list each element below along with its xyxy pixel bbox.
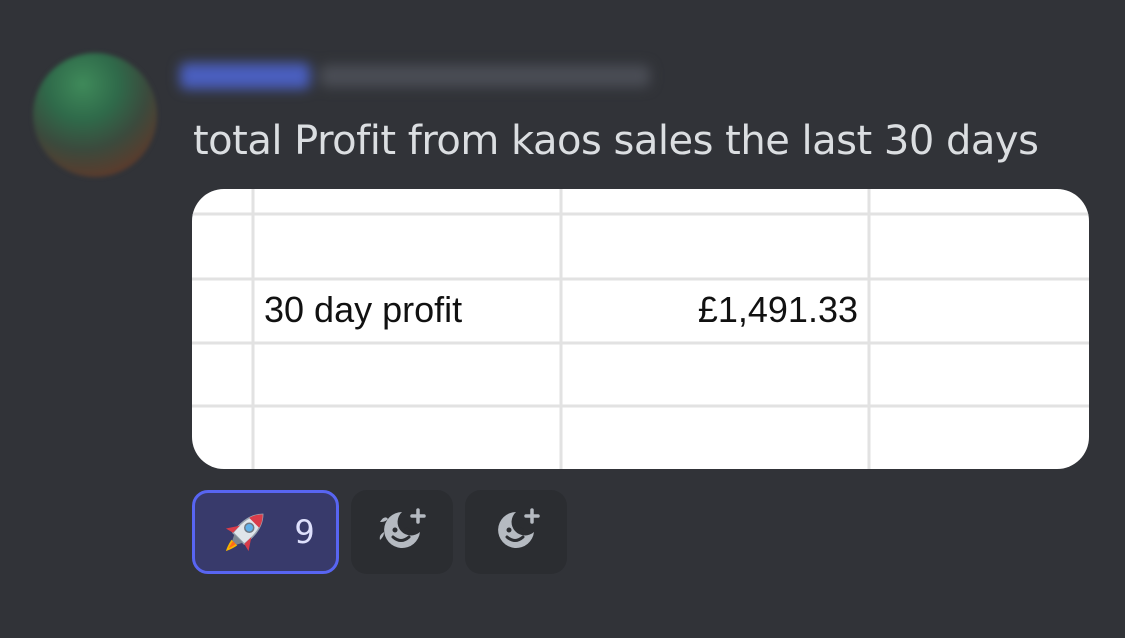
message-content: total Profit from kaos sales the last 30… <box>193 118 1039 164</box>
reaction-count: 9 <box>294 513 315 551</box>
timestamp-redacted <box>320 65 650 87</box>
add-reaction-button[interactable] <box>465 490 567 574</box>
reaction-rocket[interactable]: 9 <box>192 490 339 574</box>
username-redacted[interactable] <box>180 63 310 89</box>
rocket-icon <box>226 513 264 552</box>
add-reaction-icon <box>498 508 540 548</box>
reactions-bar: 9 <box>192 490 567 574</box>
image-attachment[interactable]: 30 day profit £1,491.33 <box>192 189 1089 469</box>
add-super-reaction-button[interactable] <box>351 490 453 574</box>
add-super-reaction-icon <box>379 508 426 548</box>
profit-value-cell: £1,491.33 <box>697 289 858 330</box>
user-avatar[interactable] <box>33 53 157 177</box>
profit-label-cell: 30 day profit <box>264 289 463 330</box>
message-header-redacted <box>180 52 650 100</box>
